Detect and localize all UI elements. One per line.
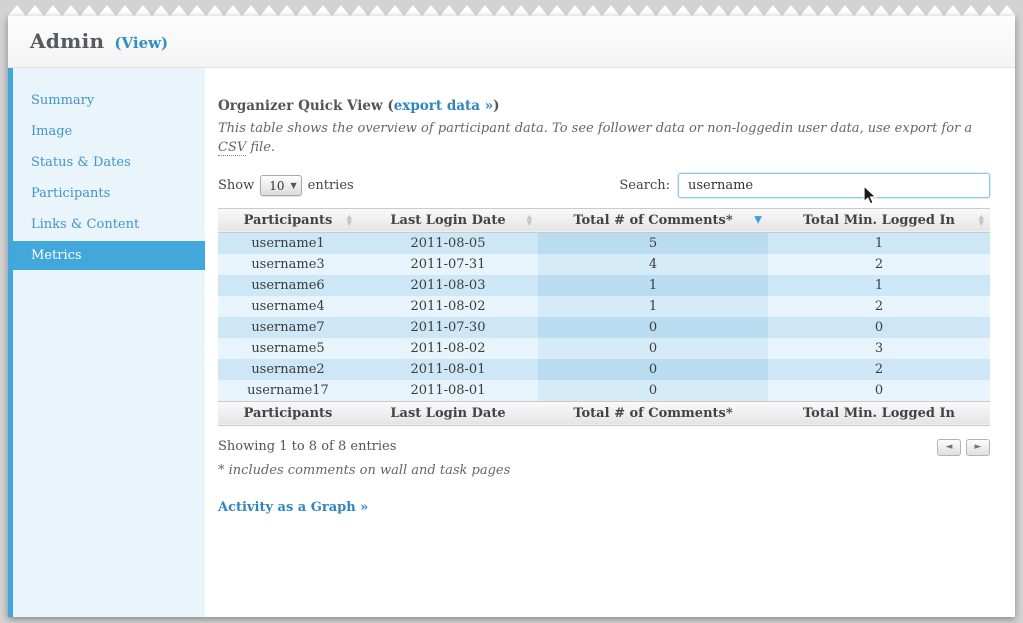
comments-cell: 0 — [538, 358, 768, 380]
panel-body: Summary Image Status & Dates Participant… — [8, 68, 1015, 617]
table-row: username7 2011-07-30 0 0 — [218, 316, 990, 338]
minutes-cell: 2 — [768, 295, 990, 317]
participant-cell: username3 — [218, 253, 358, 275]
section-title-prefix: Organizer Quick View ( — [218, 98, 394, 114]
csv-abbr: CSV — [218, 139, 247, 156]
column-header-last-login[interactable]: Last Login Date ▲ ▼ — [358, 207, 538, 233]
table-meta-row: Showing 1 to 8 of 8 entries ◄ ► — [218, 438, 990, 456]
column-header-total-minutes[interactable]: Total Min. Logged In ▲ ▼ — [768, 207, 990, 233]
footer-participants: Participants — [218, 400, 358, 426]
showing-entries-status: Showing 1 to 8 of 8 entries — [218, 438, 397, 454]
pagination: ◄ ► — [937, 438, 990, 456]
sort-desc-active-icon: ▼ — [754, 214, 762, 226]
page-title: Admin — [30, 29, 105, 53]
column-header-participants[interactable]: Participants ▲ ▼ — [218, 207, 358, 233]
entries-label: entries — [307, 178, 354, 194]
export-data-link[interactable]: export data » — [394, 98, 493, 114]
sort-icons: ▲ ▼ — [978, 213, 984, 228]
date-cell: 2011-08-03 — [358, 274, 538, 296]
comments-cell: 0 — [538, 379, 768, 402]
comments-cell: 0 — [538, 337, 768, 359]
page: Admin (View) Summary Image Status & Date… — [0, 0, 1023, 623]
participant-cell: username6 — [218, 274, 358, 296]
view-link[interactable]: (View) — [114, 34, 168, 52]
sidebar-item-metrics[interactable]: Metrics — [13, 241, 205, 270]
minutes-cell: 3 — [768, 337, 990, 359]
comments-cell: 4 — [538, 253, 768, 275]
table-row: username17 2011-08-01 0 0 — [218, 379, 990, 402]
description-text-1: This table shows the overview of partici… — [218, 121, 973, 136]
sidebar: Summary Image Status & Dates Participant… — [13, 68, 205, 617]
section-description: This table shows the overview of partici… — [218, 120, 980, 158]
sidebar-item-image[interactable]: Image — [13, 117, 205, 146]
date-cell: 2011-07-30 — [358, 316, 538, 338]
section-title-suffix: ) — [493, 98, 500, 114]
search-label: Search: — [619, 178, 670, 194]
table-row: username6 2011-08-03 1 1 — [218, 274, 990, 296]
search-input[interactable] — [678, 173, 990, 199]
sidebar-item-participants[interactable]: Participants — [13, 179, 205, 208]
sort-icons: ▲ ▼ — [346, 213, 352, 228]
table-header-row: Participants ▲ ▼ Last Login Date ▲ ▼ Total… — [218, 207, 990, 233]
table-row: username5 2011-08-02 0 3 — [218, 337, 990, 359]
minutes-cell: 2 — [768, 358, 990, 380]
chevron-down-icon: ▼ — [290, 181, 297, 191]
sidebar-item-summary[interactable]: Summary — [13, 86, 205, 115]
main-content: Organizer Quick View (export data ») Thi… — [205, 68, 1015, 617]
show-entries-control: Show 10 ▼ entries — [218, 175, 354, 197]
date-cell: 2011-08-01 — [358, 379, 538, 402]
footer-total-minutes: Total Min. Logged In — [768, 400, 990, 426]
table-row: username4 2011-08-02 1 2 — [218, 295, 990, 317]
participant-cell: username17 — [218, 379, 358, 402]
date-cell: 2011-08-05 — [358, 232, 538, 254]
prev-page-icon: ◄ — [945, 441, 953, 452]
footer-last-login: Last Login Date — [358, 400, 538, 426]
minutes-cell: 0 — [768, 379, 990, 402]
participant-cell: username1 — [218, 232, 358, 254]
comments-cell: 5 — [538, 232, 768, 254]
participant-cell: username2 — [218, 358, 358, 380]
minutes-cell: 0 — [768, 316, 990, 338]
table-row: username3 2011-07-31 4 2 — [218, 253, 990, 275]
date-cell: 2011-08-02 — [358, 337, 538, 359]
sort-icons: ▲ ▼ — [526, 213, 532, 228]
sidebar-item-links-content[interactable]: Links & Content — [13, 210, 205, 239]
participants-table: Participants ▲ ▼ Last Login Date ▲ ▼ Total… — [218, 207, 990, 426]
date-cell: 2011-08-02 — [358, 295, 538, 317]
next-page-button[interactable]: ► — [966, 438, 990, 456]
mouse-cursor — [863, 185, 878, 205]
page-size-value: 10 — [269, 178, 285, 193]
minutes-cell: 1 — [768, 232, 990, 254]
minutes-cell: 1 — [768, 274, 990, 296]
minutes-cell: 2 — [768, 253, 990, 275]
page-size-select[interactable]: 10 ▼ — [260, 175, 302, 197]
activity-graph-link[interactable]: Activity as a Graph » — [218, 500, 368, 515]
sidebar-item-status-dates[interactable]: Status & Dates — [13, 148, 205, 177]
table-row: username2 2011-08-01 0 2 — [218, 358, 990, 380]
prev-page-button[interactable]: ◄ — [937, 438, 961, 456]
comments-cell: 1 — [538, 295, 768, 317]
table-row: username1 2011-08-05 5 1 — [218, 232, 990, 254]
description-text-2: file. — [246, 139, 276, 155]
participant-cell: username7 — [218, 316, 358, 338]
comments-cell: 1 — [538, 274, 768, 296]
search-control: Search: — [619, 173, 990, 199]
table-footer-row: Participants Last Login Date Total # of … — [218, 400, 990, 426]
admin-panel: Admin (View) Summary Image Status & Date… — [8, 16, 1015, 617]
comments-cell: 0 — [538, 316, 768, 338]
torn-edge-decoration — [8, 5, 1015, 16]
date-cell: 2011-07-31 — [358, 253, 538, 275]
participant-cell: username4 — [218, 295, 358, 317]
participant-cell: username5 — [218, 337, 358, 359]
column-header-total-comments[interactable]: Total # of Comments* ▼ — [538, 207, 768, 233]
comments-footnote: * includes comments on wall and task pag… — [218, 462, 511, 478]
next-page-icon: ► — [974, 441, 982, 452]
footer-total-comments: Total # of Comments* — [538, 400, 768, 426]
section-title: Organizer Quick View (export data ») — [218, 98, 990, 114]
panel-header: Admin (View) — [8, 16, 1015, 68]
date-cell: 2011-08-01 — [358, 358, 538, 380]
show-label: Show — [218, 178, 255, 194]
